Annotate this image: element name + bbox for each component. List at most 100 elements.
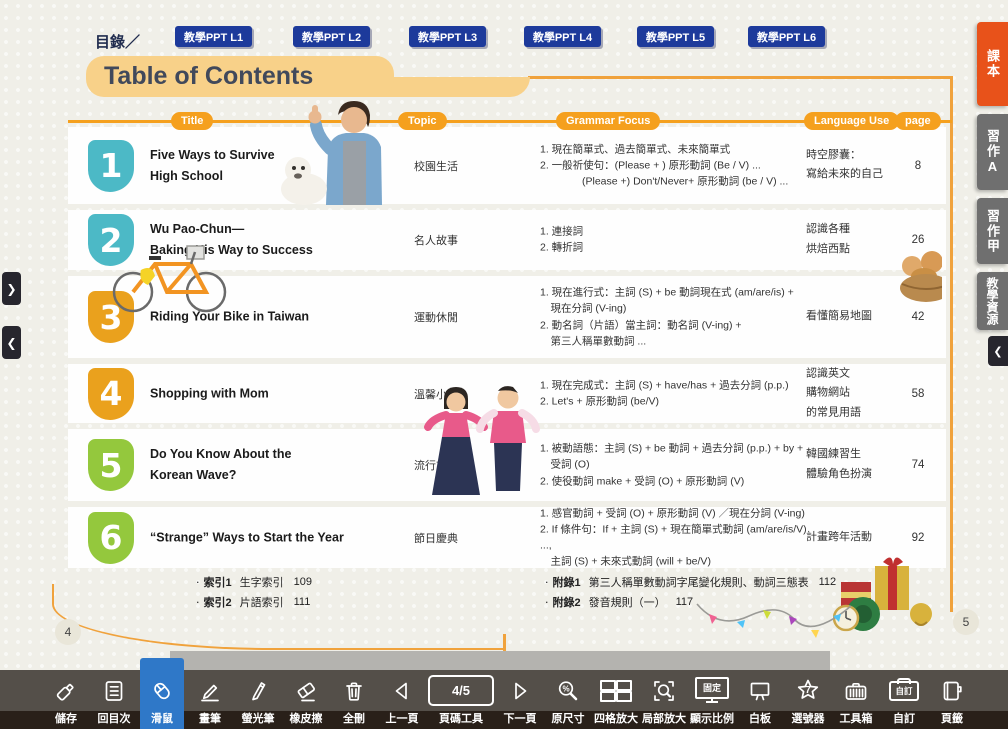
unit-title: Five Ways to Survive High School — [150, 144, 385, 187]
column-header-title: Title — [171, 112, 213, 130]
unit-grammar: 1. 感官動詞 + 受詞 (O) + 原形動詞 (V) ／現在分詞 (V-ing… — [540, 505, 808, 570]
unit-grammar: 1. 現在完成式：主詞 (S) + have/has + 過去分詞 (p.p.)… — [540, 377, 808, 410]
pencil-icon — [197, 670, 223, 711]
toolbar-highlighter[interactable]: 螢光筆 — [236, 670, 280, 729]
unit-page-number: 26 — [896, 234, 940, 246]
tab-textbook[interactable]: 課本 — [977, 22, 1008, 106]
unit-language-use: 認識各種 烘焙西點 — [806, 220, 894, 260]
tab-workbook-a[interactable]: 習作A — [977, 114, 1008, 190]
toc-icon — [101, 670, 127, 711]
toolbar-next-page[interactable]: 下一頁 — [498, 670, 542, 729]
toolbar-delete-all[interactable]: 全刪 — [332, 670, 376, 729]
left-page-number: 4 — [55, 619, 81, 645]
page-tabs-icon — [939, 670, 965, 711]
toolbar-page-number-tool[interactable]: 4/5 頁碼工具 — [428, 670, 494, 729]
highlighter-icon — [245, 670, 271, 711]
page-top-border — [528, 76, 952, 79]
toolbar-pen[interactable]: 畫筆 — [188, 670, 232, 729]
table-row: 6 “Strange” Ways to Start the Year 節日慶典 … — [68, 507, 946, 568]
unit-number-badge: 4 — [88, 368, 134, 420]
toolbar-display-ratio[interactable]: 固定 顯示比例 — [690, 670, 734, 729]
unit-title: Riding Your Bike in Taiwan — [150, 306, 385, 327]
unit-page-number: 58 — [896, 388, 940, 400]
svg-text:%: % — [562, 684, 569, 693]
unit-topic: 運動休閒 — [386, 309, 486, 325]
unit-topic: 名人故事 — [386, 232, 486, 248]
page-forward-button[interactable]: ❯ — [2, 272, 21, 305]
ppt-button-l2[interactable]: 教學PPT L2 — [293, 26, 370, 47]
bullet: ‧ — [196, 596, 200, 609]
unit-page-number: 74 — [896, 459, 940, 471]
area-zoom-icon — [651, 670, 677, 711]
unit-page-number: 42 — [896, 311, 940, 323]
tab-teaching-resources[interactable]: 教學資源 — [977, 272, 1008, 330]
appendix-item: ‧ 附錄1 第三人稱單數動詞字尾變化規則、動詞三態表 112 — [545, 572, 836, 592]
column-header-page: page — [895, 112, 941, 130]
trash-icon — [341, 670, 367, 711]
eraser-icon — [293, 670, 319, 711]
toolbar-four-grid-zoom[interactable]: 四格放大 — [594, 670, 638, 729]
table-row: 3 Riding Your Bike in Taiwan 運動休閒 1. 現在進… — [68, 276, 946, 358]
unit-topic: 節日慶典 — [386, 530, 486, 546]
unit-topic: 校園生活 — [386, 158, 486, 174]
unit-title: Do You Know About the Korean Wave? — [150, 444, 385, 487]
unit-language-use: 時空膠囊： 寫給未來的自己 — [806, 146, 894, 186]
unit-language-use: 韓國練習生 體驗角色扮演 — [806, 445, 894, 485]
toolbar-eraser[interactable]: 橡皮擦 — [284, 670, 328, 729]
column-header-grammar: Grammar Focus — [556, 112, 660, 130]
toolbar-whiteboard[interactable]: 白板 — [738, 670, 782, 729]
next-page-icon — [507, 670, 533, 711]
toolbar-mouse[interactable]: 滑鼠 — [140, 658, 184, 729]
toolbox-icon — [843, 670, 869, 711]
toc-menu-label: 目錄／ — [95, 31, 140, 52]
table-row: 2 Wu Pao-Chun— Baking His Way to Success… — [68, 210, 946, 270]
unit-language-use: 認識英文 購物網站 的常見用語 — [806, 364, 894, 423]
unit-topic: 溫馨小品 — [386, 386, 486, 402]
unit-number-badge: 5 — [88, 439, 134, 491]
toolbar-original-size[interactable]: % 原尺寸 — [546, 670, 590, 729]
page-indicator[interactable]: 4/5 — [428, 675, 494, 706]
unit-language-use: 看懂簡易地圖 — [806, 307, 894, 327]
ppt-button-l3[interactable]: 教學PPT L3 — [409, 26, 486, 47]
toolbar-number-picker[interactable]: 7 選號器 — [786, 670, 830, 729]
toolbar-custom[interactable]: 自訂 自訂 — [882, 670, 926, 729]
toolbar-shadow-bar — [170, 651, 830, 670]
toolbar-toolbox[interactable]: 工具箱 — [834, 670, 878, 729]
unit-title: “Strange” Ways to Start the Year — [150, 527, 385, 548]
page-back-button[interactable]: ❮ — [2, 326, 21, 359]
unit-language-use: 計畫跨年活動 — [806, 528, 894, 548]
page-title: Table of Contents — [86, 56, 394, 97]
ppt-button-l4[interactable]: 教學PPT L4 — [524, 26, 601, 47]
monitor-fixed-icon: 固定 — [695, 670, 729, 711]
unit-number-badge: 2 — [88, 214, 134, 266]
unit-page-number: 92 — [896, 532, 940, 544]
unit-grammar: 1. 連接詞 2. 轉折詞 — [540, 224, 808, 257]
unit-title: Wu Pao-Chun— Baking His Way to Success — [150, 219, 385, 262]
ppt-button-l1[interactable]: 教學PPT L1 — [175, 26, 252, 47]
bullet: ‧ — [196, 576, 200, 589]
toolbar-area-zoom[interactable]: 局部放大 — [642, 670, 686, 729]
ppt-button-l6[interactable]: 教學PPT L6 — [748, 26, 825, 47]
toolbar-save[interactable]: 儲存 — [44, 670, 88, 729]
toolbar-prev-page[interactable]: 上一頁 — [380, 670, 424, 729]
index-list: ‧ 索引1 生字索引 109 ‧ 索引2 片語索引 111 — [196, 572, 312, 612]
whiteboard-icon — [747, 670, 773, 711]
unit-number-badge: 1 — [88, 140, 134, 192]
table-row: 4 Shopping with Mom 溫馨小品 1. 現在完成式：主詞 (S)… — [68, 364, 946, 423]
custom-toolbox-icon: 自訂 — [889, 670, 919, 711]
collapse-panel-button[interactable]: ❮ — [988, 336, 1008, 366]
unit-grammar: 1. 現在簡單式、過去簡單式、未來簡單式 2. 一般祈使句：(Please + … — [540, 141, 808, 190]
index-item: ‧ 索引2 片語索引 111 — [196, 592, 312, 612]
page-number-box: 4/5 — [428, 670, 494, 711]
column-header-topic: Topic — [398, 112, 447, 130]
bullet: ‧ — [545, 576, 549, 589]
tab-workbook-jia[interactable]: 習作甲 — [977, 198, 1008, 264]
toolbar-page-tabs[interactable]: 頁籤 — [930, 670, 974, 729]
unit-grammar: 1. 被動語態：主詞 (S) + be 動詞 + 過去分詞 (p.p.) + b… — [540, 441, 808, 490]
zoom-percent-icon: % — [555, 670, 581, 711]
ppt-button-l5[interactable]: 教學PPT L5 — [637, 26, 714, 47]
bottom-toolbar: 儲存 回目次 滑鼠 畫筆 — [0, 670, 1008, 729]
toolbar-back-to-toc[interactable]: 回目次 — [92, 670, 136, 729]
bullet: ‧ — [545, 596, 549, 609]
unit-page-number: 8 — [896, 160, 940, 172]
